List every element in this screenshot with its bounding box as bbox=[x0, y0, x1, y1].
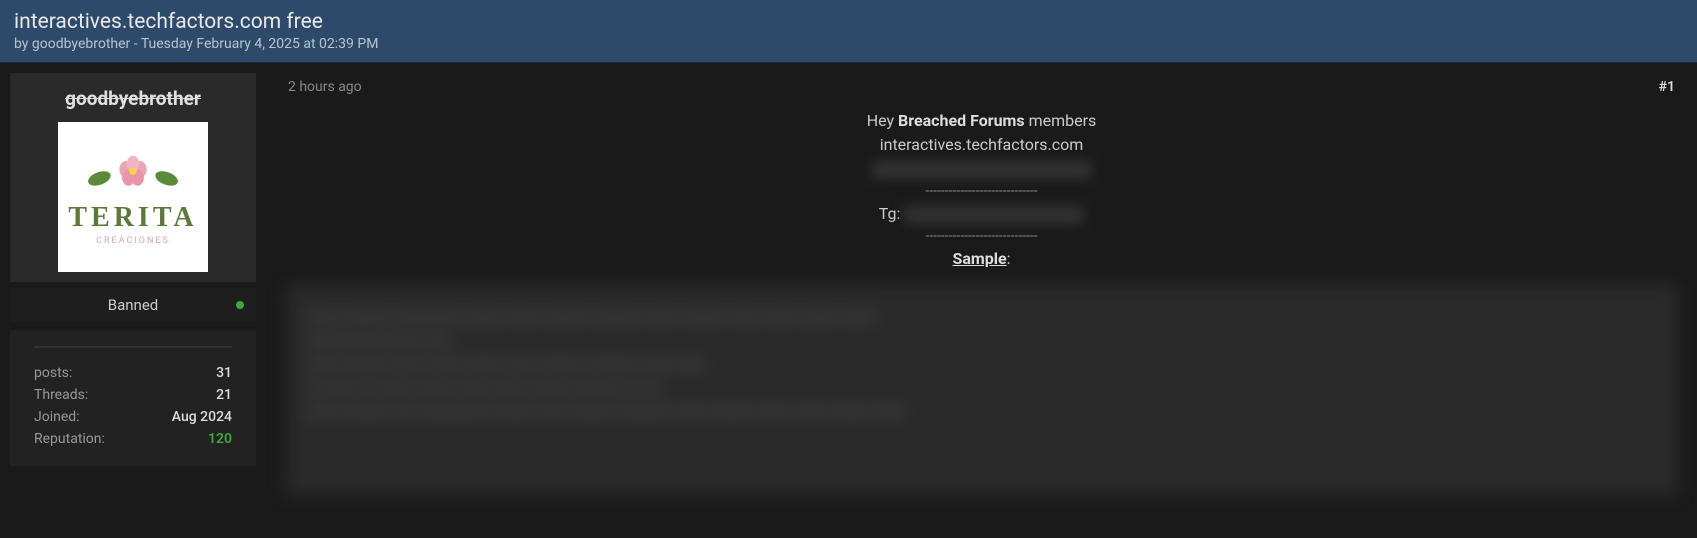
post-redacted-line bbox=[286, 157, 1677, 181]
forum-name: Breached Forums bbox=[898, 111, 1025, 130]
post-divider: ----------------------------- bbox=[286, 181, 1677, 202]
post-number[interactable]: #1 bbox=[1659, 79, 1675, 95]
stat-joined: Joined: Aug 2024 bbox=[34, 406, 232, 428]
sample-data-box: xxxxx xxxxxxx xxxxxxxxxxx xxxxxx xxxxx x… bbox=[286, 285, 1677, 495]
post-meta: 2 hours ago #1 bbox=[286, 73, 1677, 109]
online-indicator-icon bbox=[236, 301, 244, 309]
stat-label: posts: bbox=[34, 365, 72, 381]
thread-author[interactable]: goodbyebrother bbox=[32, 36, 130, 52]
user-panel: goodbyebrother TERITA bbox=[10, 73, 256, 495]
flower-icon bbox=[83, 148, 183, 198]
post-tg-line: Tg: bbox=[286, 202, 1677, 226]
redacted-content bbox=[872, 161, 1092, 179]
user-stats: posts: 31 Threads: 21 Joined: Aug 2024 R… bbox=[10, 330, 256, 466]
post-line-target: interactives.techfactors.com bbox=[286, 133, 1677, 157]
avatar-subtext: CREACIONES bbox=[96, 236, 170, 246]
thread-title: interactives.techfactors.com free bbox=[14, 10, 1683, 34]
redacted-sample-content: xxxxx xxxxxxx xxxxxxxxxxx xxxxxx xxxxx x… bbox=[287, 286, 1676, 443]
stat-threads: Threads: 21 bbox=[34, 384, 232, 406]
avatar[interactable]: TERITA CREACIONES bbox=[58, 122, 208, 272]
post-row: goodbyebrother TERITA bbox=[0, 63, 1697, 495]
by-prefix: by bbox=[14, 36, 32, 52]
user-status-bar: Banned bbox=[10, 288, 256, 322]
stat-posts: posts: 31 bbox=[34, 362, 232, 384]
stat-label: Threads: bbox=[34, 387, 88, 403]
user-card: goodbyebrother TERITA bbox=[10, 73, 256, 282]
thread-date: Tuesday February 4, 2025 at 02:39 PM bbox=[141, 36, 379, 52]
username[interactable]: goodbyebrother bbox=[10, 87, 256, 110]
thread-meta: by goodbyebrother - Tuesday February 4, … bbox=[14, 36, 1683, 52]
post-timestamp: 2 hours ago bbox=[288, 79, 362, 95]
post-body: Hey Breached Forums members interactives… bbox=[286, 109, 1677, 495]
post-sample-heading: Sample: bbox=[286, 247, 1677, 271]
thread-header: interactives.techfactors.com free by goo… bbox=[0, 0, 1697, 63]
redacted-content bbox=[904, 206, 1084, 224]
stat-label: Reputation: bbox=[34, 431, 105, 447]
tg-label: Tg: bbox=[879, 204, 905, 223]
post-line-greeting: Hey Breached Forums members bbox=[286, 109, 1677, 133]
post-divider: ----------------------------- bbox=[286, 226, 1677, 247]
stat-value: 21 bbox=[216, 387, 232, 403]
stat-value[interactable]: 120 bbox=[208, 431, 232, 447]
stat-value: Aug 2024 bbox=[172, 409, 232, 425]
post-panel: 2 hours ago #1 Hey Breached Forums membe… bbox=[286, 73, 1687, 495]
divider bbox=[34, 346, 232, 348]
avatar-text: TERITA bbox=[68, 202, 197, 234]
stat-reputation: Reputation: 120 bbox=[34, 428, 232, 450]
sample-label: Sample bbox=[952, 249, 1006, 268]
user-status: Banned bbox=[108, 296, 159, 314]
stat-label: Joined: bbox=[34, 409, 80, 425]
stat-value: 31 bbox=[216, 365, 232, 381]
meta-separator: - bbox=[130, 36, 141, 52]
